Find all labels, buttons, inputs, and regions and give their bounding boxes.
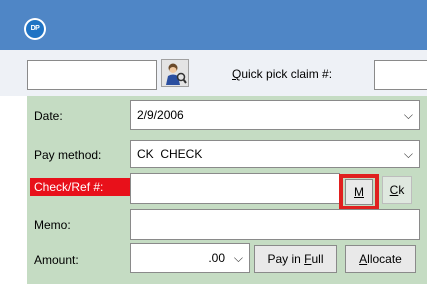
quick-pick-claim-input[interactable] [374, 60, 427, 90]
dp-logo-icon: DP [24, 18, 46, 40]
app-logo-text: DP [26, 20, 44, 38]
amount-field[interactable]: .00 ⌵ [130, 243, 250, 273]
m-button[interactable]: M [345, 179, 373, 205]
amount-label: Amount: [34, 253, 79, 267]
memo-label: Memo: [34, 218, 71, 232]
quick-pick-label: Quick pick claim #: [232, 67, 333, 81]
pay-method-select[interactable]: CK CHECK ⌵ [130, 140, 420, 168]
claim-search-input[interactable] [27, 60, 157, 90]
date-value: 2/9/2006 [137, 108, 184, 122]
date-field[interactable]: 2/9/2006 ⌵ [130, 100, 420, 130]
pay-method-value: CK CHECK [137, 147, 203, 161]
ck-button[interactable]: Ck [382, 176, 412, 204]
pay-method-label: Pay method: [34, 148, 102, 162]
chevron-down-icon[interactable]: ⌵ [404, 141, 413, 167]
title-bar: DP [0, 0, 427, 50]
date-label: Date: [34, 109, 63, 123]
memo-input[interactable] [130, 209, 420, 240]
chevron-down-icon[interactable]: ⌵ [404, 101, 413, 129]
amount-value: .00 [208, 251, 225, 265]
chevron-down-icon[interactable]: ⌵ [234, 244, 243, 272]
check-ref-label: Check/Ref #: [30, 178, 130, 196]
person-lookup-button[interactable] [161, 59, 189, 87]
person-lookup-icon [166, 63, 187, 85]
pay-in-full-button[interactable]: Pay in Full [254, 245, 337, 273]
check-ref-input[interactable] [130, 173, 340, 204]
allocate-button[interactable]: Allocate [345, 245, 416, 273]
